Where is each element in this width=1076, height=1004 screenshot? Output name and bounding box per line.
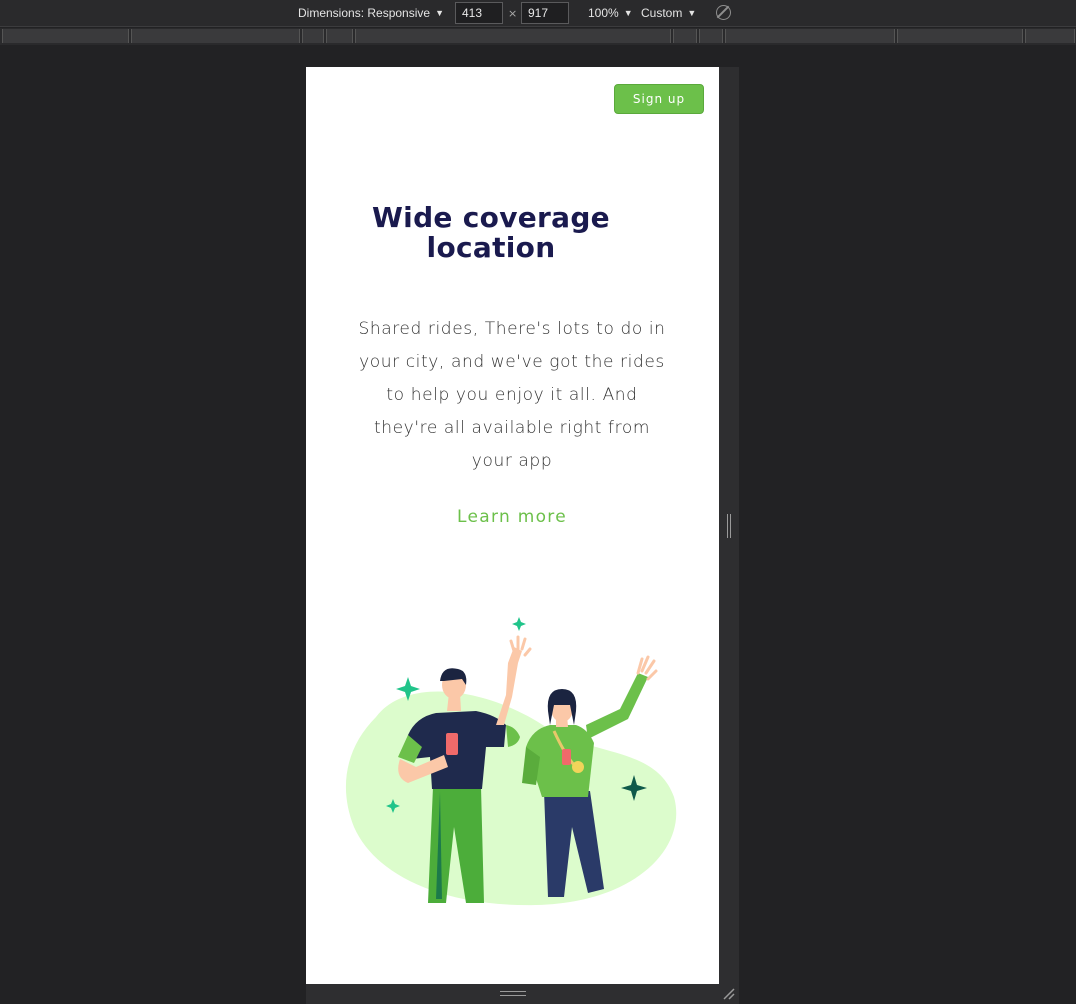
throttle-dropdown[interactable]: Custom ▼ bbox=[641, 6, 696, 20]
friends-illustration bbox=[345, 617, 677, 906]
description-text: Shared rides, There's lots to do in your… bbox=[358, 319, 666, 471]
rotate-icon[interactable] bbox=[716, 5, 731, 20]
page-title: Wide coverage location bbox=[372, 201, 610, 264]
dimensions-dropdown[interactable]: Dimensions: Responsive ▼ bbox=[298, 6, 444, 20]
learn-more-link[interactable]: Learn more bbox=[406, 507, 618, 527]
throttle-label: Custom bbox=[641, 6, 683, 20]
media-query-segment[interactable] bbox=[1025, 29, 1075, 43]
width-input[interactable]: 413 bbox=[455, 2, 503, 24]
resize-handle-icon[interactable] bbox=[500, 991, 526, 996]
media-query-segment[interactable] bbox=[131, 29, 300, 43]
media-query-segment[interactable] bbox=[355, 29, 671, 43]
media-query-segment[interactable] bbox=[2, 29, 129, 43]
chevron-down-icon: ▼ bbox=[435, 8, 444, 18]
media-query-segment[interactable] bbox=[673, 29, 697, 43]
media-query-segment[interactable] bbox=[725, 29, 895, 43]
zoom-label: 100% bbox=[588, 6, 619, 20]
resize-handle-icon[interactable] bbox=[727, 514, 731, 538]
media-query-bar bbox=[0, 28, 1076, 45]
signup-button[interactable]: Sign up bbox=[614, 84, 704, 114]
media-query-segment[interactable] bbox=[699, 29, 723, 43]
height-input[interactable]: 917 bbox=[521, 2, 569, 24]
media-query-segment[interactable] bbox=[302, 29, 324, 43]
resize-corner-icon[interactable] bbox=[723, 988, 735, 1000]
sparkle-icon bbox=[512, 617, 526, 631]
media-query-segment[interactable] bbox=[897, 29, 1023, 43]
background-blob bbox=[345, 691, 677, 906]
chevron-down-icon: ▼ bbox=[623, 8, 633, 18]
device-viewport: Sign up Wide coverage location Shared ri… bbox=[306, 67, 719, 984]
times-separator: × bbox=[508, 7, 518, 20]
media-query-segment[interactable] bbox=[326, 29, 353, 43]
device-toolbar: Dimensions: Responsive ▼ 413 × 917 100% ▼ … bbox=[0, 0, 1076, 27]
zoom-dropdown[interactable]: 100% ▼ bbox=[588, 6, 633, 20]
chevron-down-icon: ▼ bbox=[687, 8, 697, 18]
dimensions-label: Dimensions: Responsive bbox=[298, 6, 431, 20]
